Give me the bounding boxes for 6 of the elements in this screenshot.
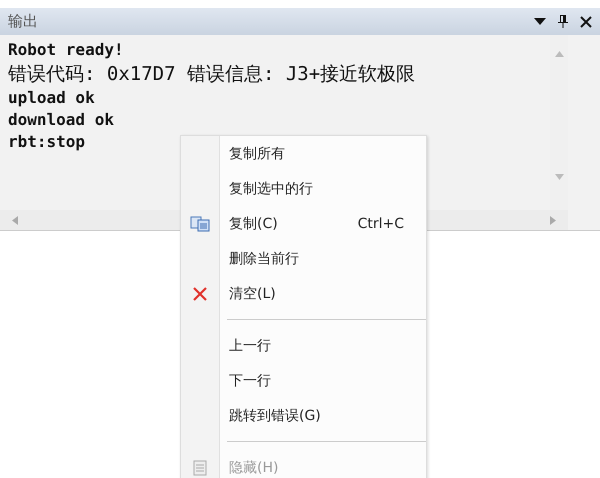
output-line: rbt:stop xyxy=(8,131,86,153)
output-line: 错误代码: 0x17D7 错误信息: J3+接近软极限 xyxy=(8,62,416,87)
output-line: upload ok xyxy=(8,87,96,109)
panel-title: 输出 xyxy=(8,12,39,31)
output-line: Robot ready! xyxy=(8,39,125,61)
output-line: download ok xyxy=(8,109,115,131)
